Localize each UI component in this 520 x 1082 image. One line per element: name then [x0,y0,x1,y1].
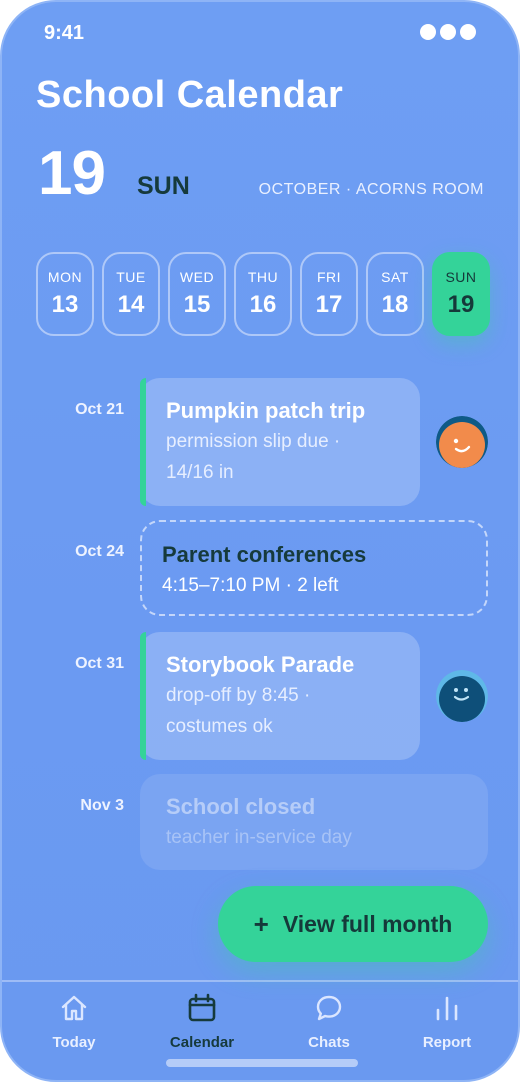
tab-report[interactable]: Report [392,992,502,1051]
status-dot-icon [440,24,456,40]
home-indicator[interactable] [166,1059,358,1067]
event-title: Storybook Parade [166,652,355,677]
event-card-pumpkin-patch[interactable]: Pumpkin patch trip permission slip due ·… [140,378,420,506]
event-detail: drop-off by 8:45 · [166,685,311,706]
tab-calendar[interactable]: Calendar [147,992,257,1051]
event-title: Parent conferences [162,542,367,567]
day-label: TUE [116,269,146,285]
event-date: Nov 3 [80,797,124,814]
day-sun-selected[interactable]: SUN 19 [432,252,490,336]
month-room-label: OCTOBER · ACORNS ROOM [258,181,484,198]
event-detail: permission slip due · [166,431,341,452]
event-card-school-closed[interactable]: School closed teacher in-service day [140,774,488,870]
day-number: 13 [51,291,79,318]
view-full-month-button[interactable]: + View full month [218,886,488,962]
button-label: View full month [282,910,453,937]
chat-bubble-icon [316,995,342,1021]
tab-today[interactable]: Today [19,992,129,1051]
page-title: School Calendar [36,74,344,116]
event-detail: costumes ok [166,716,273,737]
status-dot-icon [420,24,436,40]
day-tue[interactable]: TUE 14 [102,252,160,336]
event-card-parent-conferences[interactable]: Parent conferences 4:15–7:10 PM · 2 left [140,520,488,616]
home-icon [61,995,87,1021]
day-number: 17 [315,291,343,318]
event-date: Oct 24 [75,543,124,560]
event-date: Oct 31 [75,655,124,672]
day-label: SAT [381,269,409,285]
tab-label: Chats [308,1034,350,1051]
event-title: School closed [166,794,316,819]
smiley-orange-icon [436,416,488,468]
plus-icon: + [253,908,269,939]
day-number: 14 [117,291,145,318]
day-thu[interactable]: THU 16 [234,252,292,336]
day-number: 15 [183,291,211,318]
status-time: 9:41 [44,22,85,44]
avatar[interactable] [436,670,488,722]
status-dot-icon [460,24,476,40]
event-detail: 14/16 in [166,462,234,483]
week-strip: MON 13 TUE 14 WED 15 THU 16 FRI 17 SAT 18 SUN 1… [36,252,490,336]
current-day-weekday: SUN [137,172,190,200]
day-number: 19 [447,291,475,318]
event-detail: 4:15–7:10 PM · 2 left [162,575,339,596]
day-label: WED [179,269,215,285]
tab-label: Calendar [169,1034,235,1051]
day-wed[interactable]: WED 15 [168,252,226,336]
tab-label: Today [52,1034,96,1051]
day-number: 16 [249,291,277,318]
day-label: MON [47,269,83,285]
day-label: THU [247,269,279,285]
avatar[interactable] [436,416,488,468]
status-icons [420,24,476,40]
event-title: Pumpkin patch trip [166,398,366,423]
day-label: FRI [316,269,342,285]
bar-chart-icon [436,996,458,1021]
event-date: Oct 21 [75,401,124,418]
day-label: SUN [445,269,477,285]
current-day-number: 19 [38,139,106,208]
calendar-icon [188,993,216,1022]
tab-chats[interactable]: Chats [274,992,384,1051]
smiley-blue-icon [436,670,488,722]
day-number: 18 [381,291,409,318]
event-detail: teacher in-service day [166,827,352,848]
event-card-storybook-parade[interactable]: Storybook Parade drop-off by 8:45 · cost… [140,632,420,760]
day-sat[interactable]: SAT 18 [366,252,424,336]
tab-label: Report [422,1034,472,1051]
phone-screen: 9:41 School Calendar 19 SUN OCTOBER · AC… [0,0,520,1082]
day-mon[interactable]: MON 13 [36,252,94,336]
day-fri[interactable]: FRI 17 [300,252,358,336]
